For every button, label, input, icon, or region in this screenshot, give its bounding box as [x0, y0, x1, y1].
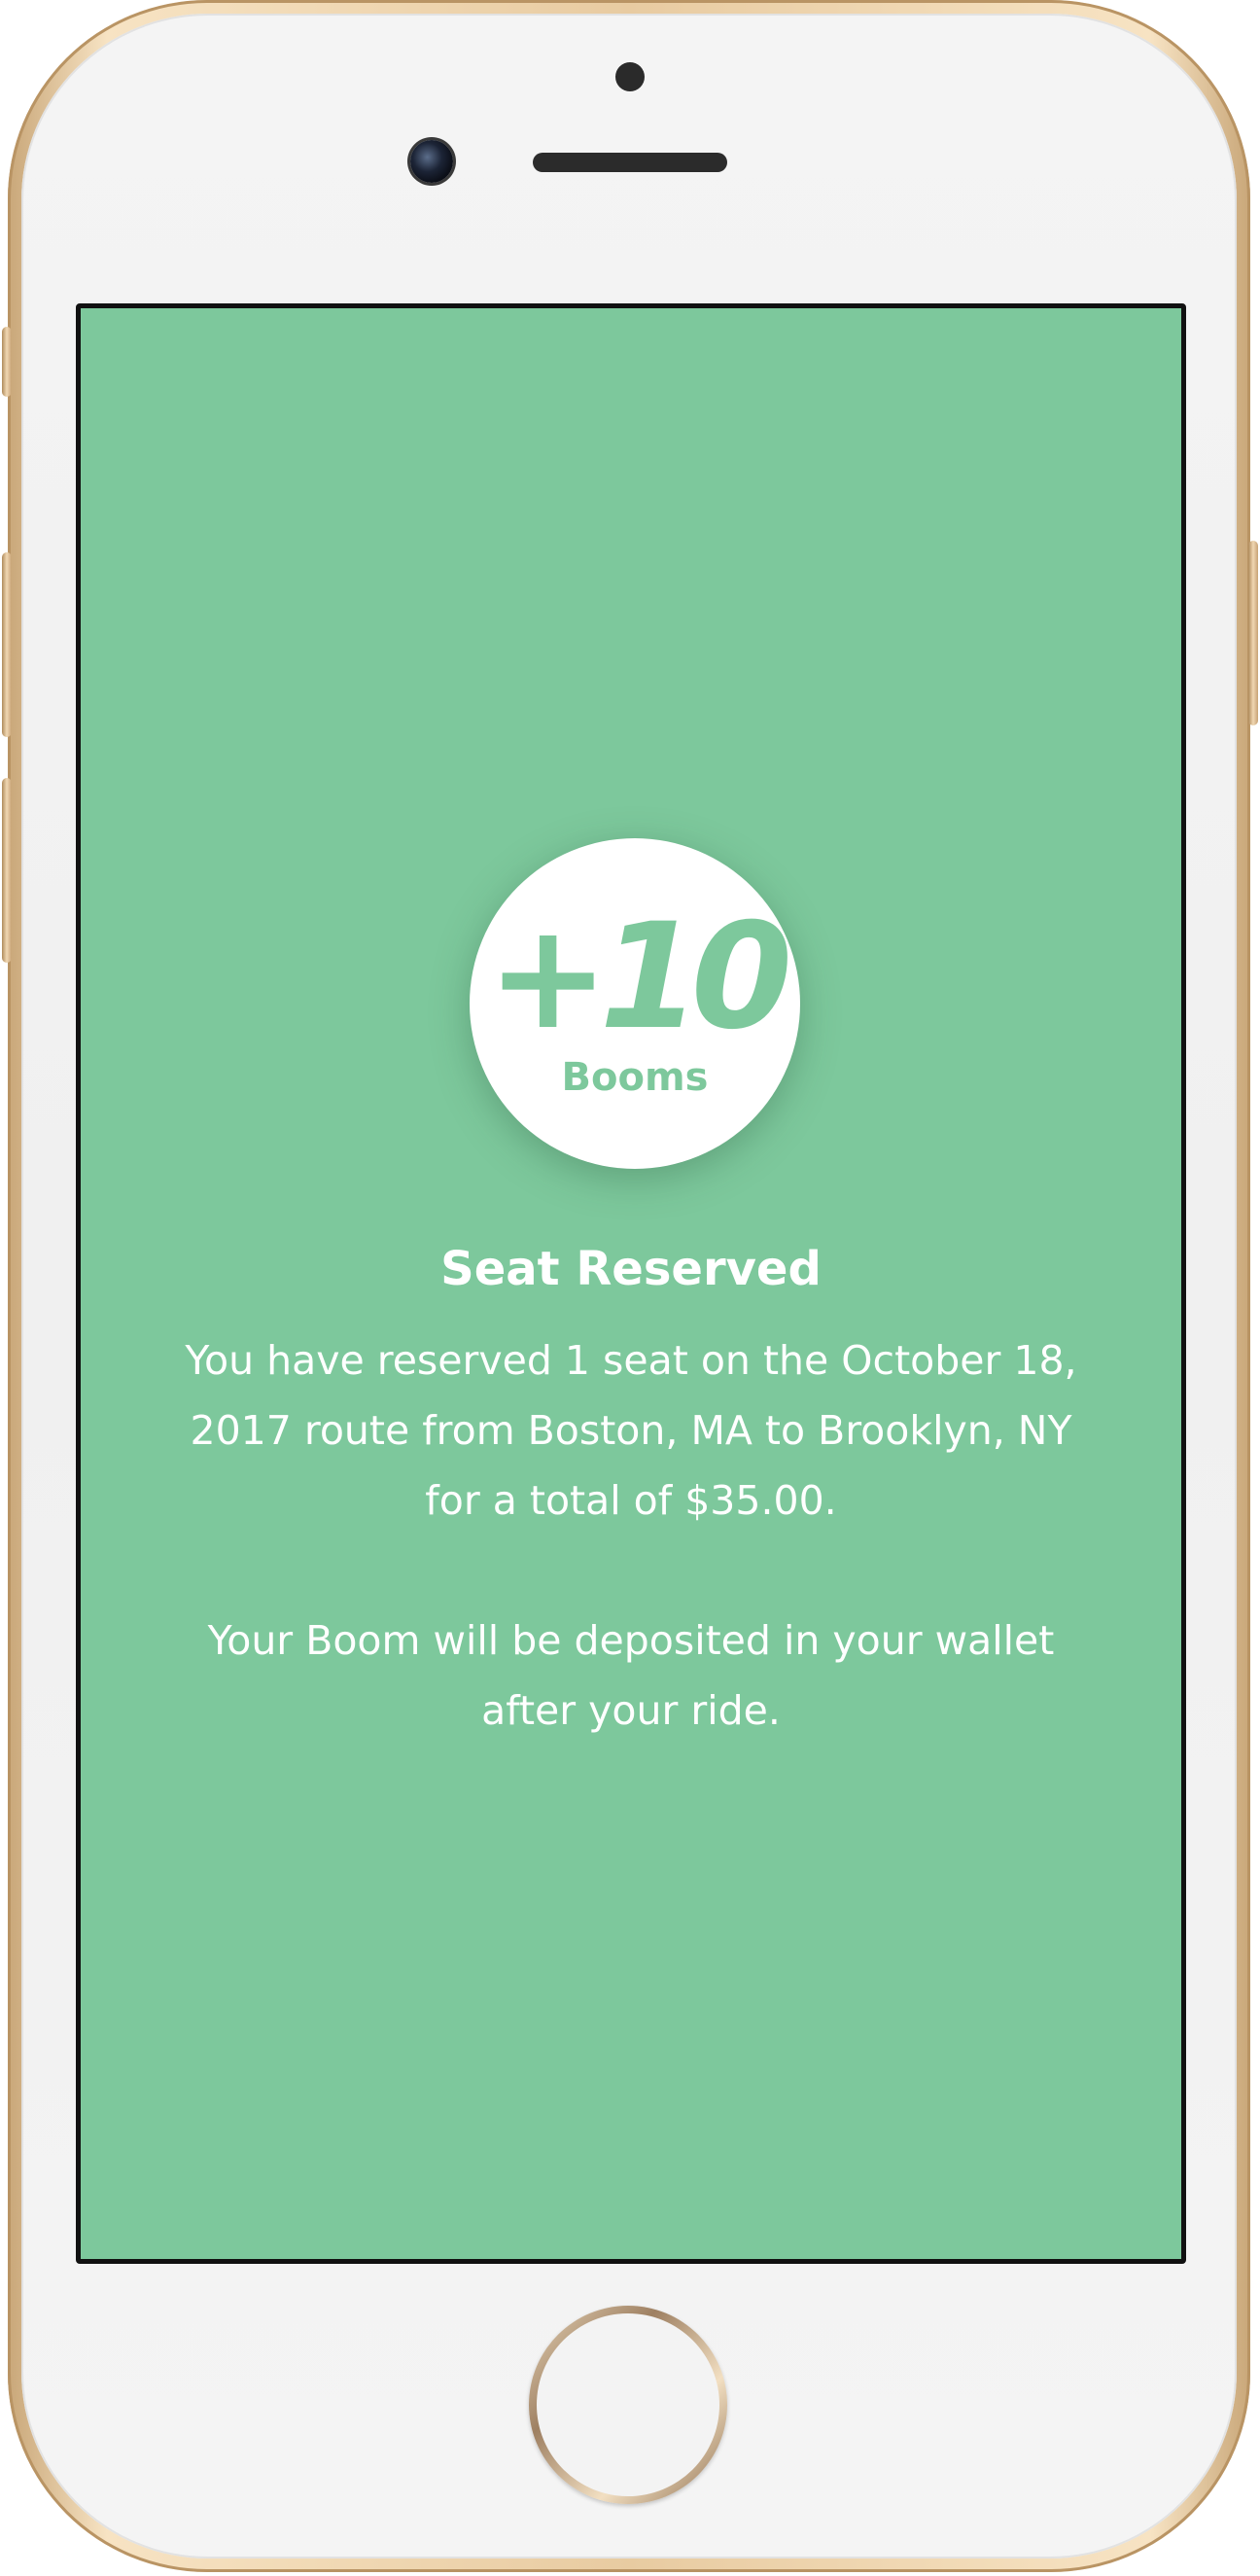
- mute-switch: [2, 327, 12, 397]
- reward-badge: +10 Booms: [470, 838, 800, 1169]
- app-screen: +10 Booms Seat Reserved You have reserve…: [76, 303, 1186, 2264]
- earpiece-speaker-icon: [533, 153, 727, 172]
- reward-unit: Booms: [561, 1055, 709, 1100]
- front-camera-icon: [410, 140, 453, 183]
- home-button-face: [537, 2313, 719, 2496]
- proximity-sensor-icon: [615, 62, 645, 91]
- volume-down-button: [2, 778, 12, 963]
- confirmation-title: Seat Reserved: [440, 1242, 822, 1296]
- device-mockup: +10 Booms Seat Reserved You have reserve…: [0, 0, 1260, 2576]
- reward-amount: +10: [486, 893, 792, 1062]
- confirmation-message: You have reserved 1 seat on the October …: [185, 1337, 1077, 1524]
- home-button-icon[interactable]: [529, 2306, 727, 2504]
- power-button: [1248, 541, 1258, 725]
- volume-up-button: [2, 552, 12, 737]
- wallet-note: Your Boom will be deposited in your wall…: [207, 1617, 1055, 1734]
